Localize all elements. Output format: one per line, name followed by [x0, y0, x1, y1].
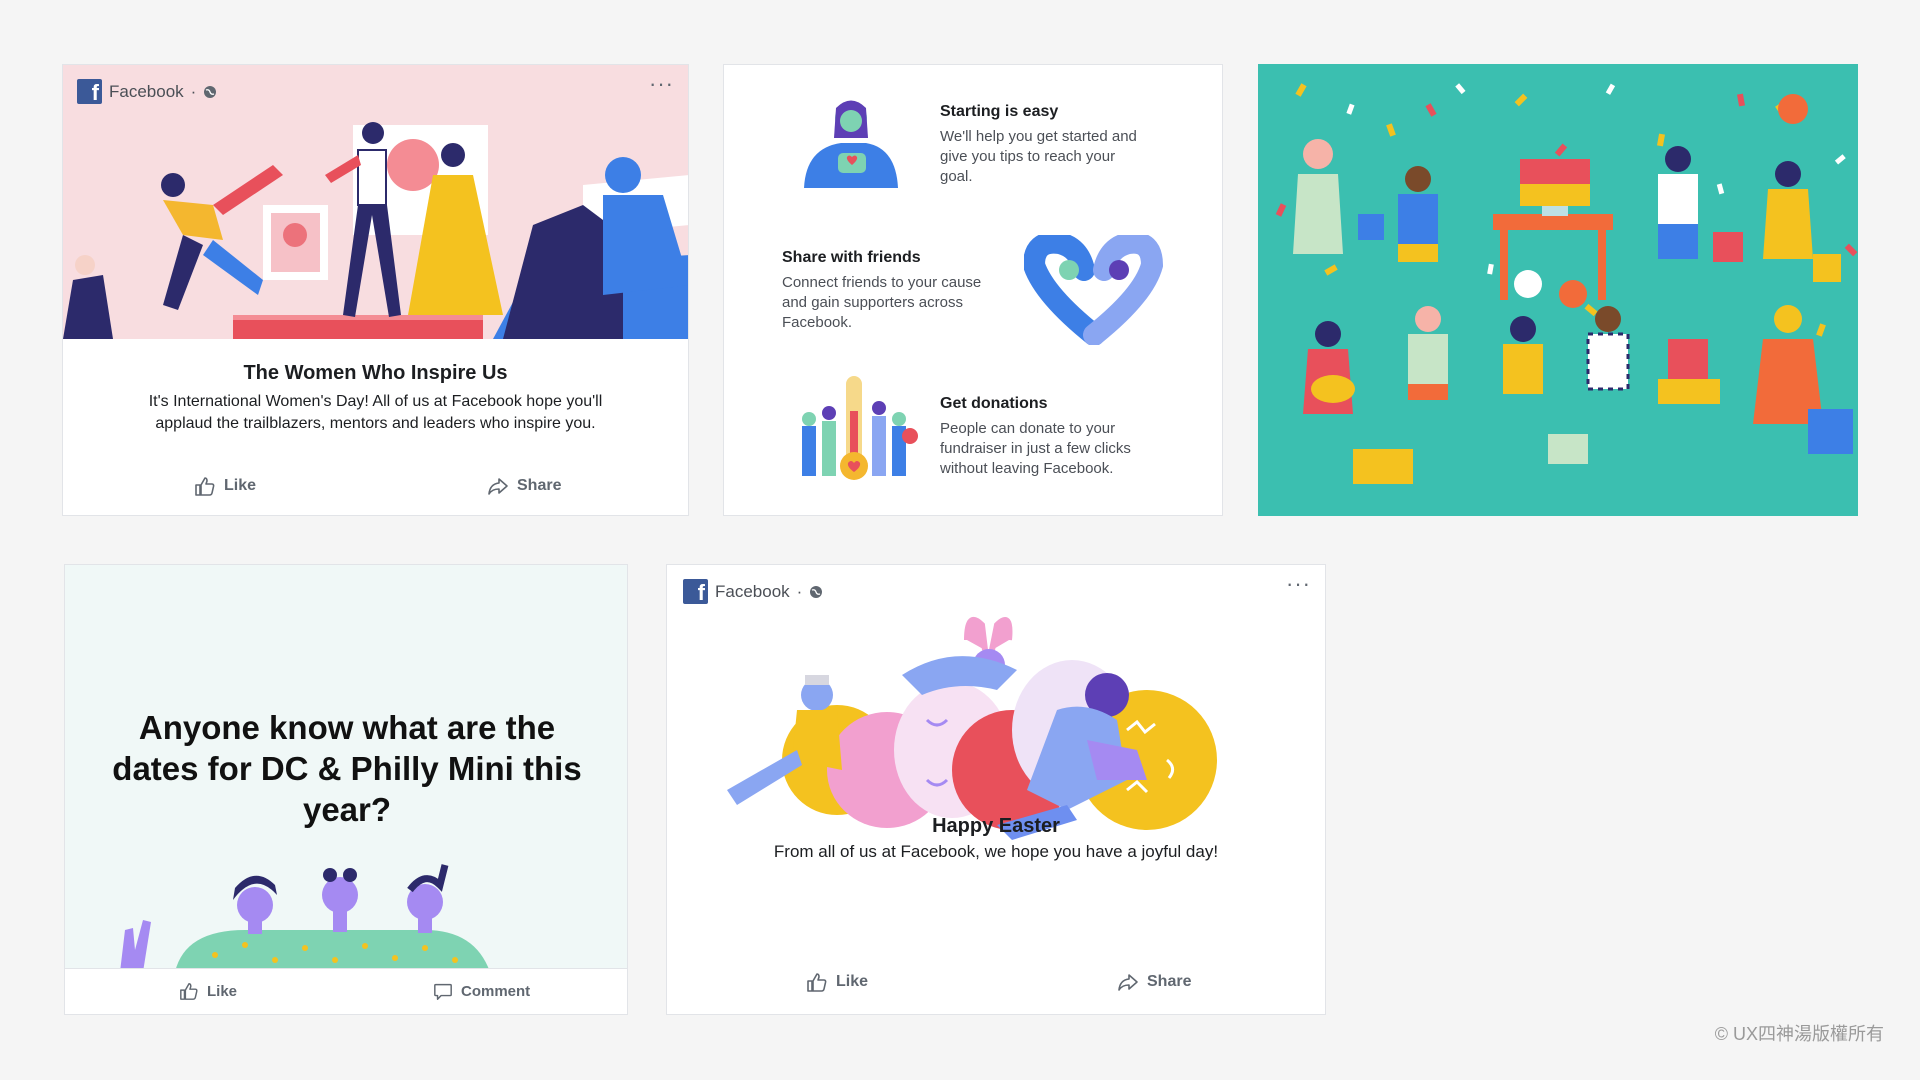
post-action-bar: Like Comment	[65, 968, 627, 1014]
step-text-line: goal.	[940, 168, 973, 185]
comment-button[interactable]: Comment	[433, 981, 530, 1001]
share-label: Share	[1147, 973, 1192, 990]
like-label: Like	[207, 982, 238, 1000]
donations-thermometer-illustration	[802, 376, 918, 480]
easter-post-card: f Facebook · ··· Happy Easter From all o…	[666, 564, 1326, 1015]
more-options-icon[interactable]: ···	[1286, 573, 1311, 595]
step-text-line: Connect friends to your cause	[782, 274, 982, 291]
birthday-party-illustration	[1258, 64, 1858, 516]
thumbs-up-icon	[195, 477, 215, 496]
post-text: From all of us at Facebook, we hope you …	[773, 842, 1219, 861]
step-title: Share with friends	[782, 249, 921, 266]
womens-day-post-card: f Facebook · ··· The Women Who Inspire U…	[62, 64, 689, 516]
step-text-line: Facebook.	[782, 314, 853, 331]
post-text-line: applaud the trailblazers, mentors and le…	[155, 415, 596, 432]
facebook-logo-icon: f	[77, 79, 102, 104]
question-text: Anyone know what are the dates for DC & …	[95, 707, 599, 830]
globe-icon	[810, 585, 823, 598]
step-title: Get donations	[940, 395, 1048, 412]
share-button[interactable]: Share	[487, 475, 561, 497]
globe-icon	[204, 85, 217, 98]
thumbs-up-icon	[180, 983, 198, 1000]
starting-easy-illustration	[804, 100, 898, 188]
question-line: year?	[302, 791, 392, 828]
share-arrow-icon	[488, 478, 508, 495]
thumbs-up-icon	[807, 973, 827, 992]
birthday-party-illustration-card	[1258, 64, 1858, 516]
step-title: Starting is easy	[940, 103, 1059, 120]
like-label: Like	[836, 973, 869, 990]
step-text-line: without leaving Facebook.	[940, 460, 1114, 477]
like-button[interactable]: Like	[179, 981, 237, 1001]
question-line: Anyone know what are the	[138, 709, 556, 746]
step-text-line: fundraiser in just a few clicks	[940, 440, 1131, 457]
comment-label: Comment	[461, 982, 531, 1000]
post-header: f Facebook ·	[683, 579, 823, 604]
step-text: People can donate to your fundraiser in …	[940, 419, 1168, 479]
fundraiser-steps-card: Starting is easy We'll help you get star…	[723, 64, 1223, 516]
women-climbing-illustration	[63, 122, 688, 339]
page-name[interactable]: Facebook	[109, 82, 184, 102]
step-text-line: People can donate to your	[940, 420, 1116, 437]
step-text: We'll help you get started and give you …	[940, 127, 1168, 187]
page-name[interactable]: Facebook	[715, 582, 790, 602]
comment-bubble-icon	[434, 983, 452, 1000]
post-header: f Facebook ·	[77, 79, 217, 104]
easter-eggs-illustration	[727, 617, 1217, 840]
post-text: It's International Women's Day! All of u…	[63, 391, 688, 435]
like-label: Like	[224, 477, 257, 494]
share-arrow-icon	[1118, 974, 1138, 991]
share-button[interactable]: Share	[1117, 971, 1191, 993]
copyright-watermark: © UX四神湯版權所有	[1714, 1024, 1884, 1044]
three-runners-illustration	[120, 864, 490, 972]
question-line: dates for DC & Philly Mini this	[112, 750, 582, 787]
more-options-icon[interactable]: ···	[649, 73, 674, 95]
separator: ·	[190, 81, 197, 101]
womens-day-illustration	[63, 65, 688, 339]
share-friends-heart-illustration	[1024, 235, 1164, 345]
share-label: Share	[517, 477, 562, 494]
step-text-line: We'll help you get started and	[940, 128, 1137, 145]
facebook-logo-icon: f	[683, 579, 708, 604]
post-title: Happy Easter	[932, 815, 1060, 837]
step-text-line: give you tips to reach your	[940, 148, 1116, 165]
separator: ·	[796, 581, 803, 601]
like-button[interactable]: Like	[806, 971, 868, 993]
post-title: The Women Who Inspire Us	[243, 362, 508, 384]
like-button[interactable]: Like	[194, 475, 256, 497]
post-text-line: It's International Women's Day! All of u…	[148, 393, 603, 410]
question-post-card: Anyone know what are the dates for DC & …	[64, 564, 628, 1015]
step-text-line: and gain supporters across	[782, 294, 963, 311]
step-text: Connect friends to your cause and gain s…	[782, 273, 1010, 333]
